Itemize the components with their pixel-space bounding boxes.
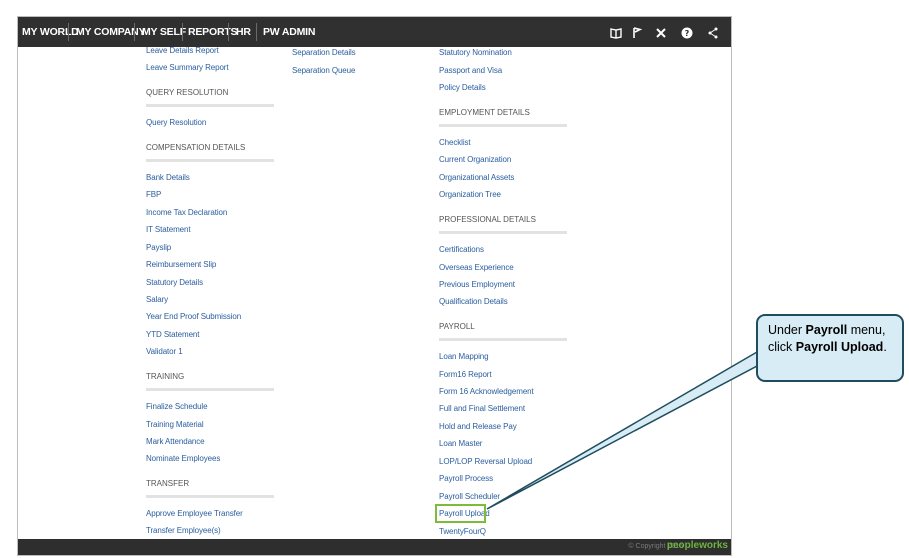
menu-link[interactable]: Organization Tree — [439, 190, 501, 199]
menu-link[interactable]: Approve Employee Transfer — [146, 509, 243, 518]
footer-bar: © Copyright 2015 peopleworks — [18, 539, 731, 555]
share-icon[interactable] — [704, 17, 722, 47]
flag-icon[interactable] — [628, 17, 646, 47]
book-icon[interactable] — [607, 17, 625, 47]
menu-link[interactable]: Policy Details — [439, 83, 486, 92]
instruction-callout: Under Payroll menu, click Payroll Upload… — [756, 314, 904, 382]
section-title-employment: EMPLOYMENT DETAILS — [439, 108, 530, 117]
section-divider — [439, 231, 567, 234]
menu-link[interactable]: Loan Mapping — [439, 352, 489, 361]
brand-logo: peopleworks — [666, 540, 728, 551]
section-title-transfer: TRANSFER — [146, 479, 190, 488]
menu-link[interactable]: Finalize Schedule — [146, 402, 208, 411]
menu-link[interactable]: Nominate Employees — [146, 454, 220, 463]
menu-link[interactable]: Current Organization — [439, 155, 511, 164]
menu-link[interactable]: Hold and Release Pay — [439, 422, 517, 431]
menu-link[interactable]: Validator 1 — [146, 347, 183, 356]
menu-link[interactable]: Bank Details — [146, 173, 190, 182]
menu-link[interactable]: Query Resolution — [146, 118, 206, 127]
menu-link[interactable]: Separation Queue — [292, 66, 355, 75]
nav-my-self[interactable]: MY SELF — [142, 17, 186, 47]
menu-content: Leave Details Report Leave Summary Repor… — [18, 46, 731, 539]
section-title-query-resolution: QUERY RESOLUTION — [146, 88, 229, 97]
menu-link[interactable]: Payroll Process — [439, 474, 493, 483]
menu-link[interactable]: Certifications — [439, 245, 484, 254]
menu-link[interactable]: Previous Employment — [439, 280, 515, 289]
menu-link[interactable]: Form 16 Acknowledgement — [439, 387, 534, 396]
menu-link[interactable]: Overseas Experience — [439, 263, 514, 272]
section-divider — [439, 338, 567, 341]
callout-bold-text: Payroll Upload — [795, 340, 884, 354]
payroll-upload-highlight — [435, 504, 486, 523]
nav-hr[interactable]: HR — [236, 17, 251, 47]
menu-link[interactable]: Qualification Details — [439, 297, 508, 306]
menu-link[interactable]: Salary — [146, 295, 168, 304]
section-divider — [146, 104, 274, 107]
callout-bold-text: Payroll — [805, 323, 848, 337]
menu-link[interactable]: Training Material — [146, 420, 204, 429]
section-title-professional: PROFESSIONAL DETAILS — [439, 215, 536, 224]
section-divider — [439, 124, 567, 127]
top-navigation-bar: MY WORLD MY COMPANY MY SELF REPORTS HR P… — [18, 17, 731, 47]
menu-link[interactable]: Year End Proof Submission — [146, 312, 241, 321]
menu-link[interactable]: Statutory Nomination — [439, 48, 512, 57]
callout-text: Under — [768, 323, 806, 337]
menu-link[interactable]: Organizational Assets — [439, 173, 514, 182]
section-title-payroll: PAYROLL — [439, 322, 475, 331]
menu-link[interactable]: Loan Master — [439, 439, 482, 448]
menu-link[interactable]: Form16 Report — [439, 370, 492, 379]
menu-link[interactable]: Full and Final Settlement — [439, 404, 525, 413]
menu-link[interactable]: LOP/LOP Reversal Upload — [439, 457, 532, 466]
menu-link[interactable]: Payroll Scheduler — [439, 492, 500, 501]
section-title-training: TRAINING — [146, 372, 185, 381]
section-divider — [146, 495, 274, 498]
menu-link[interactable]: Statutory Details — [146, 278, 203, 287]
menu-link[interactable]: Separation Details — [292, 48, 356, 57]
menu-link[interactable]: Checklist — [439, 138, 471, 147]
nav-reports[interactable]: REPORTS — [188, 17, 238, 47]
help-icon[interactable]: ? — [678, 17, 696, 47]
menu-link[interactable]: YTD Statement — [146, 330, 199, 339]
menu-link[interactable]: Mark Attendance — [146, 437, 205, 446]
section-divider — [146, 388, 274, 391]
menu-link[interactable]: TwentyFourQ — [439, 527, 486, 536]
menu-link[interactable]: Passport and Visa — [439, 66, 502, 75]
nav-separator — [134, 23, 135, 41]
menu-link[interactable]: Leave Details Report — [146, 46, 219, 55]
callout-text: . — [883, 340, 887, 354]
app-window: MY WORLD MY COMPANY MY SELF REPORTS HR P… — [17, 16, 732, 556]
menu-link[interactable]: FBP — [146, 190, 161, 199]
nav-my-world[interactable]: MY WORLD — [22, 17, 79, 47]
menu-link[interactable]: Transfer Employee(s) — [146, 526, 221, 535]
svg-text:?: ? — [685, 29, 690, 38]
section-title-compensation: COMPENSATION DETAILS — [146, 143, 246, 152]
menu-link[interactable]: Leave Summary Report — [146, 63, 229, 72]
nav-pw-admin[interactable]: PW ADMIN — [263, 17, 315, 47]
menu-link[interactable]: Income Tax Declaration — [146, 208, 227, 217]
menu-link[interactable]: Payslip — [146, 243, 171, 252]
tools-icon[interactable] — [652, 17, 670, 47]
menu-link[interactable]: Reimbursement Slip — [146, 260, 216, 269]
nav-separator — [228, 23, 229, 41]
nav-separator — [68, 23, 69, 41]
menu-link[interactable]: IT Statement — [146, 225, 191, 234]
nav-separator — [256, 23, 257, 41]
nav-separator — [182, 23, 183, 41]
section-divider — [146, 159, 274, 162]
